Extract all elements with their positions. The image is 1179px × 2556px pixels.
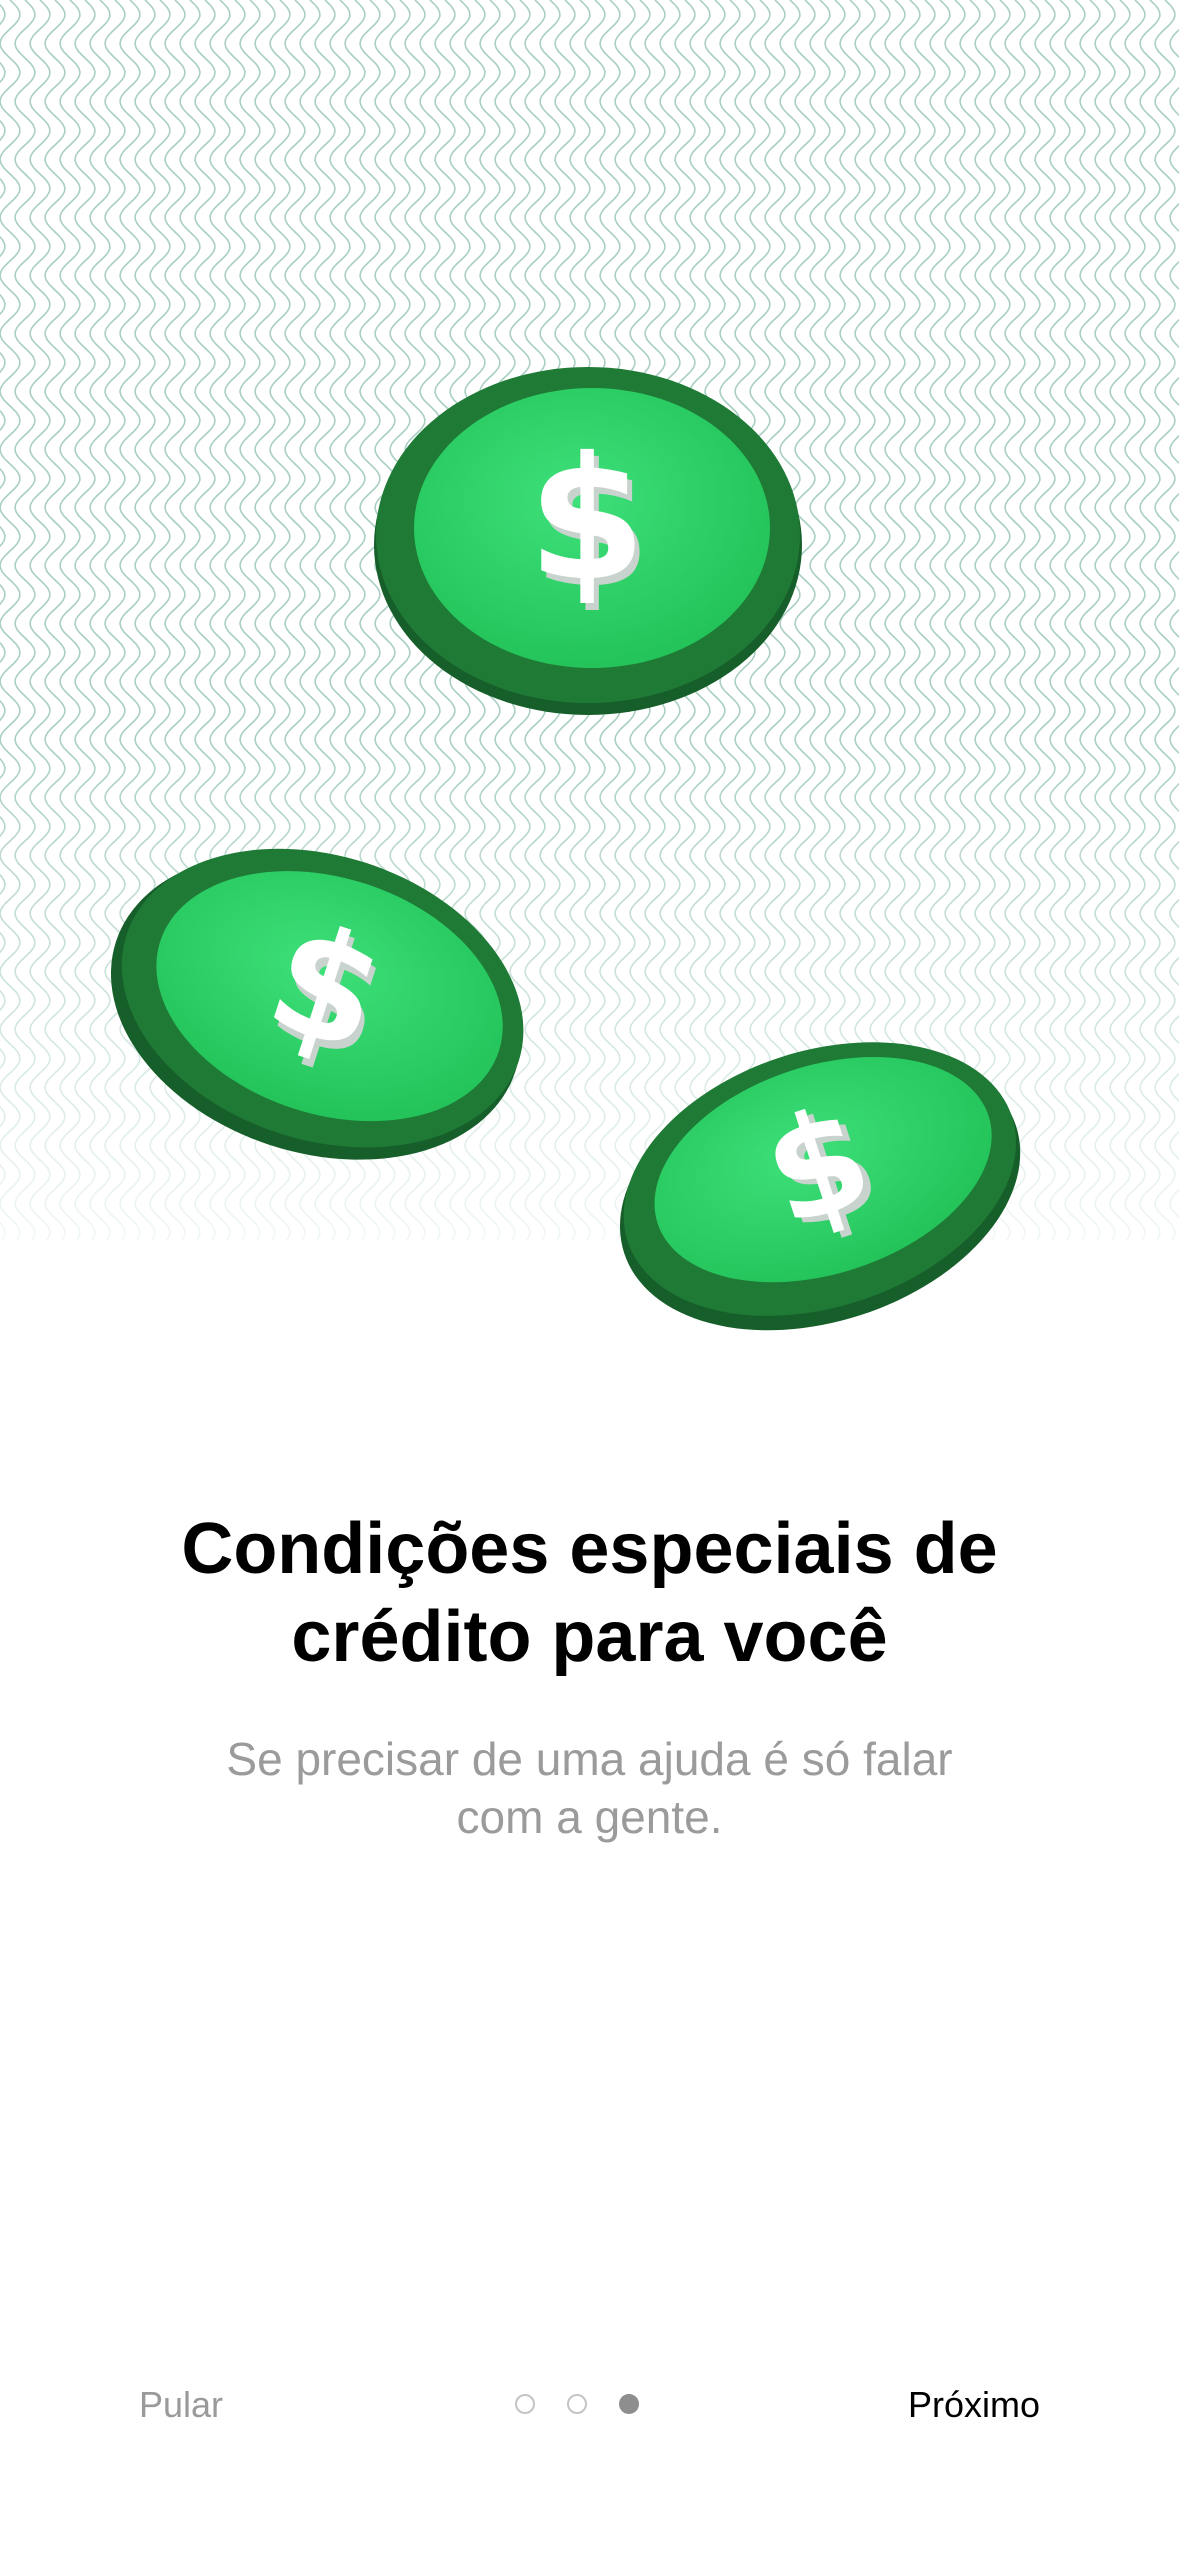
dollar-coins-illustration: $ $ $ $ $ $	[0, 0, 1179, 1331]
page-dot-1[interactable]	[515, 2394, 535, 2414]
page-title: Condições especiais de crédito para você	[0, 1505, 1179, 1681]
subtitle-line-2: com a gente.	[456, 1791, 723, 1843]
next-button[interactable]: Próximo	[908, 2370, 1040, 2440]
page-dot-2[interactable]	[567, 2394, 587, 2414]
title-line-2: crédito para você	[291, 1597, 888, 1677]
onboarding-navigation: Pular Próximo	[0, 2370, 1179, 2440]
subtitle-line-1: Se precisar de uma ajuda é só falar	[226, 1733, 953, 1785]
hero-illustration: $ $ $ $ $ $	[0, 0, 1179, 1340]
onboarding-screen: $ $ $ $ $ $ Condições especiais de crédi…	[0, 0, 1179, 2556]
title-line-1: Condições especiais de	[181, 1509, 998, 1589]
coin-left: $ $	[110, 848, 524, 1160]
page-subtitle: Se precisar de uma ajuda é só falar com …	[0, 1730, 1179, 1846]
coin-right: $ $	[619, 1042, 1021, 1331]
page-indicator	[515, 2394, 645, 2418]
page-dot-3[interactable]	[619, 2394, 639, 2414]
skip-button[interactable]: Pular	[139, 2370, 223, 2440]
coin-top: $ $	[374, 367, 802, 715]
svg-text:$: $	[528, 421, 646, 619]
